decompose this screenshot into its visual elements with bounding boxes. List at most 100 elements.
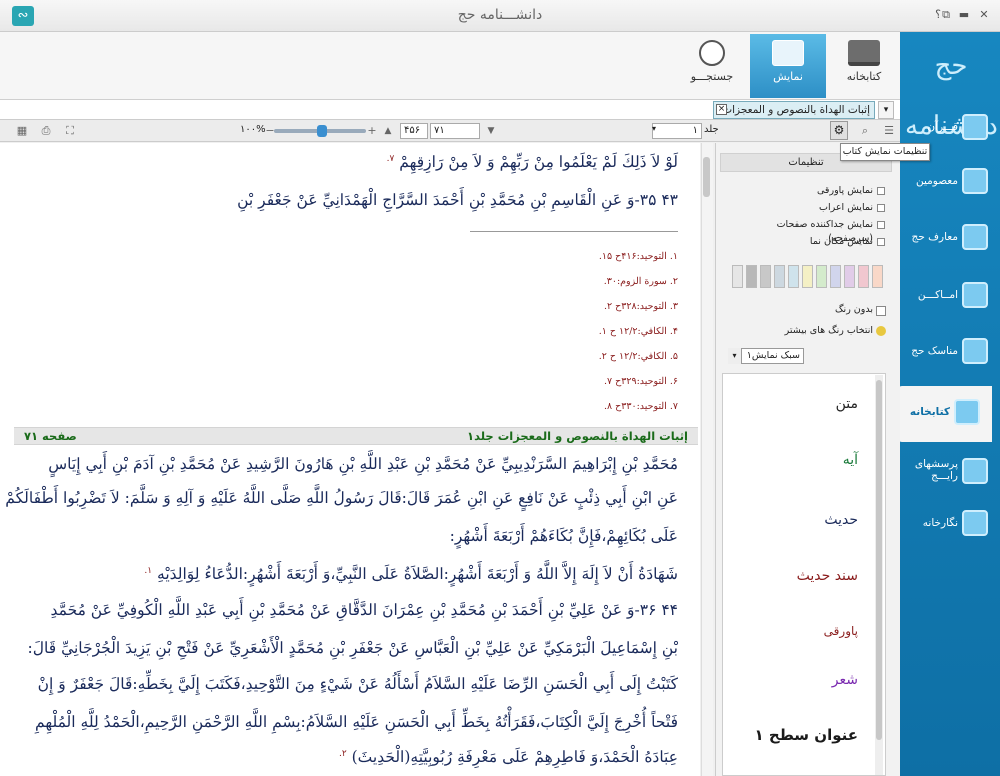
text-line: ۴۳ ۳۵-وَ عَنِ الْقَاسِمِ بْنِ مُحَمَّدِ … xyxy=(237,191,678,209)
color-swatch[interactable] xyxy=(746,265,757,288)
masumin-icon xyxy=(962,168,988,194)
sidebar-item-label: معارف حج xyxy=(911,231,958,243)
tooltip: تنظیمات نمایش کتاب xyxy=(840,143,930,161)
no-color-label: بدون رنگ xyxy=(835,304,873,315)
ribbon-tab-display[interactable]: نمایش xyxy=(750,34,826,98)
text-line: عَنِ ابْنِ أَبِي ذِئْبٍ عَنْ نَافِعٍ عَن… xyxy=(5,489,678,507)
footnote: ۶. التوحيد:۳۲۹ح ۷. xyxy=(604,376,678,387)
page-separator-checkbox[interactable] xyxy=(877,221,885,229)
footnote: ۵. الكافي:۱۲/۲ ح ۲. xyxy=(598,351,678,362)
ribbon-tab-label: نمایش xyxy=(773,70,803,83)
page-up-button[interactable]: ▲ xyxy=(380,123,396,139)
page-input[interactable]: ۷۱ xyxy=(430,123,480,139)
style-item-verse[interactable]: آیه xyxy=(843,452,858,468)
style-item-hadith[interactable]: حدیث xyxy=(824,512,858,528)
more-colors-link[interactable]: انتخاب رنگ های بیشتر xyxy=(738,325,873,336)
palette-icon xyxy=(876,326,886,336)
text-line: بْنِ إِسْمَاعِيلَ الْبَرْمَكِيِّ عَنْ عَ… xyxy=(27,639,678,657)
hajj-knowledge-icon xyxy=(962,224,988,250)
text-line: لَوْ لاَ ذَلِكَ لَمْ يَعْلَمُوا مِنْ رَب… xyxy=(386,153,678,171)
sidebar-item-label: امــاکـــن xyxy=(917,289,958,301)
tab-close-icon[interactable]: × xyxy=(716,104,727,115)
color-swatch[interactable] xyxy=(774,265,785,288)
color-swatch[interactable] xyxy=(788,265,799,288)
list-icon[interactable]: ☰ xyxy=(881,123,897,139)
text-line: عِبَادَهُ الْحَمْدَ،وَ فَاطِرِهِمْ عَلَى… xyxy=(338,748,678,766)
zoom-in-button[interactable]: + xyxy=(364,123,380,139)
table-view-icon[interactable]: ▦ xyxy=(14,123,30,139)
search-icon[interactable]: ⌕ xyxy=(857,123,873,139)
footnote: ۴. الكافي:۱۲/۲ ح ۱. xyxy=(598,326,678,337)
zoom-slider-handle[interactable] xyxy=(317,125,327,137)
minimize-icon[interactable]: ▬ xyxy=(955,8,973,22)
ribbon-tab-label: کتابخانه xyxy=(846,70,882,83)
books-icon xyxy=(848,40,880,66)
color-swatch[interactable] xyxy=(844,265,855,288)
ribbon-tab-label: جستجـــو xyxy=(690,70,734,83)
content-scrollbar-thumb[interactable] xyxy=(703,157,710,197)
display-icon xyxy=(772,40,804,66)
volume-select[interactable]: ۱ xyxy=(652,123,702,139)
style-item-heading-1[interactable]: عنوان سطح ۱ xyxy=(755,726,859,744)
style-list[interactable]: متن آیه حدیث سند حدیث پاورقی شعر عنوان س… xyxy=(722,373,886,776)
sidebar-item-rites[interactable]: مناسک حج xyxy=(900,328,1000,380)
checkbox-label: نمایش پاورقی xyxy=(817,185,873,196)
cursor-checkbox[interactable] xyxy=(877,238,885,246)
sidebar-item-hajj-knowledge[interactable]: معارف حج xyxy=(900,214,1000,266)
book-content[interactable]: لَوْ لاَ ذَلِكَ لَمْ يَعْلَمُوا مِنْ رَب… xyxy=(0,143,700,776)
color-swatch[interactable] xyxy=(816,265,827,288)
checkbox-label: نمایش اعراب xyxy=(819,202,873,213)
sidebar-item-label: قـــرآن xyxy=(927,121,958,133)
sidebar-item-label: نگارخانه xyxy=(922,517,958,529)
sidebar-item-gallery[interactable]: نگارخانه xyxy=(900,500,1000,552)
document-tab[interactable]: إثبات الهداة بالنصوص و المعجزات xyxy=(713,101,875,119)
search-magnifier-icon xyxy=(699,40,725,66)
sidebar-item-label: پرسشهای رایـــج xyxy=(914,458,958,482)
chevron-down-icon[interactable]: ▾ xyxy=(728,348,742,364)
page-down-button[interactable]: ▼ xyxy=(483,123,499,139)
footnote-checkbox[interactable] xyxy=(877,187,885,195)
style-list-scrollbar-thumb[interactable] xyxy=(876,380,882,740)
style-item-hadith-chain[interactable]: سند حدیث xyxy=(797,568,858,584)
sidebar-item-library[interactable]: کتابخانه xyxy=(898,386,992,442)
text-line: ۴۴ ۳۶-وَ عَنْ عَلِيِّ بْنِ أَحْمَدَ بْنِ… xyxy=(50,601,678,619)
color-swatch[interactable] xyxy=(858,265,869,288)
text-line: شَهَادَةُ أَنْ لاَ إِلَهَ إِلاَّ اللَّهُ… xyxy=(144,565,678,583)
page-header-number: صفحه ۷۱ xyxy=(24,429,77,443)
quran-icon xyxy=(962,114,988,140)
color-swatch[interactable] xyxy=(760,265,771,288)
chevron-down-icon: ▾ xyxy=(652,124,657,133)
color-swatch[interactable] xyxy=(802,265,813,288)
diacritics-checkbox[interactable] xyxy=(877,204,885,212)
sidebar-item-faq[interactable]: پرسشهای رایـــج xyxy=(900,448,1000,500)
close-icon[interactable]: ✕ xyxy=(975,8,993,22)
ribbon-tab-search[interactable]: جستجـــو xyxy=(674,34,750,98)
print-icon[interactable]: ⎙ xyxy=(38,123,54,139)
color-swatch[interactable] xyxy=(830,265,841,288)
footnote: ۳. التوحيد:۳۲۸ح ۲. xyxy=(604,301,678,312)
content-scrollbar[interactable] xyxy=(701,143,713,776)
color-swatch[interactable] xyxy=(732,265,743,288)
gear-icon[interactable]: ⚙ xyxy=(830,121,848,140)
restore-icon[interactable]: ⧉ xyxy=(937,8,955,22)
page-header-title: إثبات الهداة بالنصوص و المعجزات جلد۱ xyxy=(467,429,688,443)
style-item-poem[interactable]: شعر xyxy=(832,672,858,688)
window-title: دانشـــنامه حج xyxy=(457,7,543,23)
fullscreen-icon[interactable]: ⛶ xyxy=(62,123,78,139)
volume-label: جلد xyxy=(704,124,719,135)
no-color-checkbox[interactable] xyxy=(876,306,886,316)
rites-icon xyxy=(962,338,988,364)
footnote: ۷. التوحيد:۳۳۰ح ۸. xyxy=(604,401,678,412)
style-item-footnote[interactable]: پاورقی xyxy=(824,624,858,638)
checkbox-label: نمایش جداکننده صفحات (سرصفحه) xyxy=(776,219,873,244)
sidebar-item-masumin[interactable]: معصومین xyxy=(900,158,1000,210)
page-header-bar: إثبات الهداة بالنصوص و المعجزات جلد۱ صفح… xyxy=(14,427,698,445)
tab-dropdown-icon[interactable]: ▾ xyxy=(878,101,894,119)
text-line: مُحَمَّدِ بْنِ إِبْرَاهِيمَ السَّرَنْدِي… xyxy=(48,455,678,473)
ribbon-tab-library[interactable]: کتابخانه xyxy=(826,34,902,98)
faq-icon xyxy=(962,458,988,484)
style-item-text[interactable]: متن xyxy=(836,396,858,412)
sidebar-item-places[interactable]: امــاکـــن xyxy=(900,272,1000,324)
color-swatch[interactable] xyxy=(872,265,883,288)
sidebar-logo: حج دانشنامه xyxy=(905,51,998,141)
